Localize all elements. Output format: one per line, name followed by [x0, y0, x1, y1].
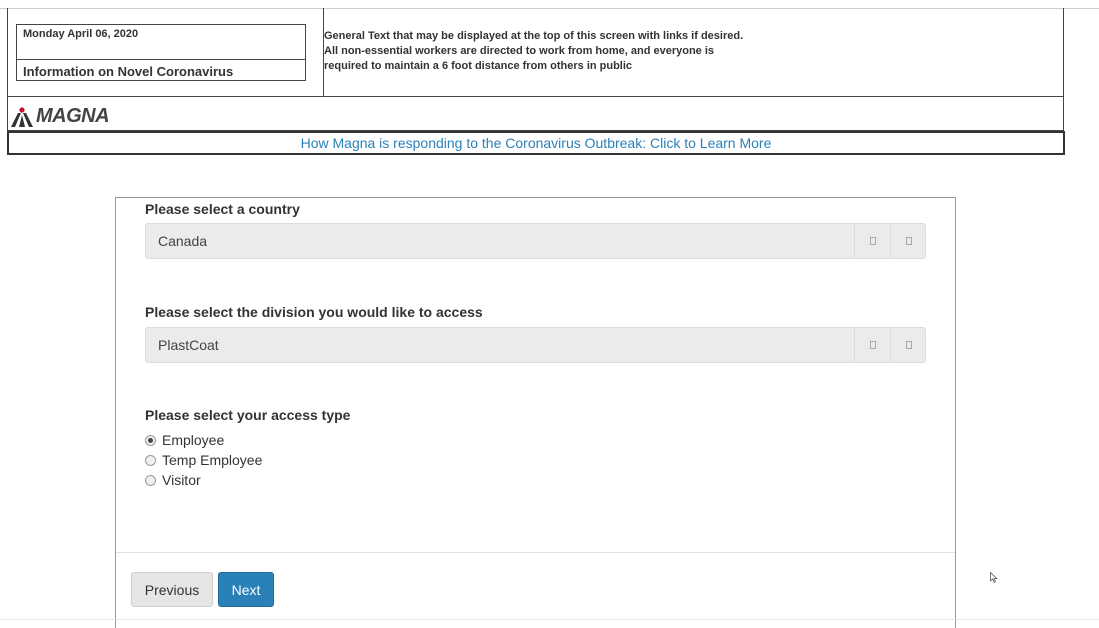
access-type-label: Please select your access type	[145, 407, 351, 423]
clear-icon[interactable]	[854, 328, 891, 362]
date-info-box: Monday April 06, 2020 Information on Nov…	[16, 24, 306, 81]
radio-label: Temp Employee	[162, 452, 263, 468]
info-title: Information on Novel Coronavirus	[23, 64, 234, 79]
brand-name: MAGNA	[36, 105, 110, 127]
current-date: Monday April 06, 2020	[23, 28, 139, 40]
radio-label: Visitor	[162, 472, 201, 488]
radio-employee[interactable]: Employee	[145, 432, 224, 448]
country-select[interactable]: Canada	[145, 223, 926, 259]
general-notice-line: required to maintain a 6 foot distance f…	[324, 60, 633, 72]
date-box-separator	[17, 59, 305, 60]
outbreak-banner: How Magna is responding to the Coronavir…	[7, 131, 1065, 155]
radio-button-checked[interactable]	[145, 434, 156, 446]
country-label: Please select a country	[145, 201, 300, 217]
radio-temp-employee[interactable]: Temp Employee	[145, 452, 262, 468]
previous-button[interactable]: Previous	[131, 572, 213, 607]
general-notice-line: All non-essential workers are directed t…	[324, 45, 715, 57]
general-notice: General Text that may be displayed at th…	[324, 29, 844, 74]
logo-row	[7, 97, 1064, 131]
magna-logo-icon	[11, 106, 33, 127]
division-select[interactable]: PlastCoat	[145, 327, 926, 363]
dropdown-toggle-icon[interactable]	[890, 224, 927, 258]
general-notice-line: General Text that may be displayed at th…	[324, 30, 744, 42]
country-select-value: Canada	[158, 233, 208, 249]
division-label: Please select the division you would lik…	[145, 304, 483, 320]
clear-icon[interactable]	[854, 224, 891, 258]
radio-visitor[interactable]: Visitor	[145, 472, 201, 488]
mouse-cursor-icon	[990, 570, 998, 588]
radio-button[interactable]	[145, 474, 156, 486]
page-bottom-border	[0, 619, 1099, 620]
radio-button[interactable]	[145, 454, 156, 466]
outbreak-info-link[interactable]: How Magna is responding to the Coronavir…	[301, 135, 772, 151]
brand-logo: MAGNA	[11, 105, 110, 128]
next-button[interactable]: Next	[218, 572, 274, 607]
radio-label: Employee	[162, 432, 225, 448]
dropdown-toggle-icon[interactable]	[890, 328, 927, 362]
panel-footer-divider	[116, 552, 955, 553]
division-select-value: PlastCoat	[158, 337, 219, 353]
